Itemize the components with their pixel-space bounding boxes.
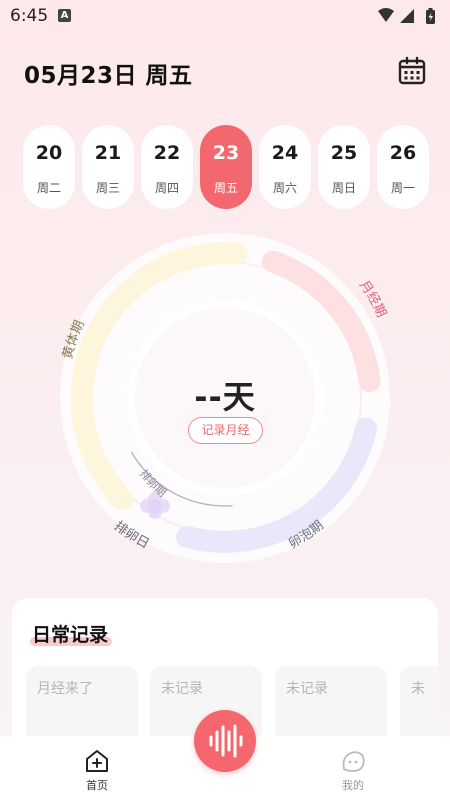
daily-records-title: 日常记录 [32, 624, 109, 646]
day-weekday: 周六 [272, 181, 297, 195]
day-number: 26 [389, 142, 417, 164]
daily-records-header: 日常记录 [30, 620, 112, 648]
day-card[interactable]: 21 周三 [82, 125, 134, 209]
day-card-selected[interactable]: 23 周五 [200, 125, 252, 209]
day-card[interactable]: 20 周二 [23, 125, 75, 209]
days-counter: --天 [194, 378, 256, 416]
day-card[interactable]: 26 周一 [377, 125, 429, 209]
calendar-icon[interactable] [396, 55, 428, 87]
sound-wave-icon [209, 724, 243, 758]
profile-face-icon[interactable] [340, 748, 366, 774]
record-item-label: 未 [411, 681, 425, 697]
page-title: 05月23日 周五 [24, 63, 193, 89]
nav-me-label[interactable]: 我的 [332, 777, 374, 793]
day-number: 20 [35, 142, 63, 164]
week-strip: 20 周二 21 周三 22 周四 23 周五 24 周六 25 周日 26 周… [23, 125, 429, 209]
day-card[interactable]: 24 周六 [259, 125, 311, 209]
battery-icon [426, 8, 435, 24]
record-period-button[interactable]: 记录月经 [188, 417, 263, 444]
day-number: 21 [94, 142, 122, 164]
wifi-icon [378, 8, 394, 22]
day-card[interactable]: 25 周日 [318, 125, 370, 209]
day-weekday: 周二 [36, 181, 61, 195]
day-weekday: 周四 [154, 181, 179, 195]
day-weekday: 周三 [95, 181, 120, 195]
status-bar: 6:45 A [0, 0, 450, 32]
day-number: 23 [212, 142, 240, 164]
signal-icon [400, 9, 414, 23]
status-time: 6:45 [10, 6, 49, 26]
day-number: 24 [271, 142, 299, 164]
voice-record-button[interactable] [194, 710, 256, 772]
record-item-label: 未记录 [161, 681, 203, 697]
nav-home-label[interactable]: 首页 [76, 777, 118, 793]
notification-icon: A [58, 9, 71, 22]
day-number: 25 [330, 142, 358, 164]
day-number: 22 [153, 142, 181, 164]
day-weekday: 周五 [213, 181, 238, 195]
record-item-label: 月经来了 [37, 681, 93, 697]
status-icons [378, 8, 435, 24]
day-weekday: 周一 [390, 181, 415, 195]
home-icon[interactable] [84, 748, 110, 774]
record-item-label: 未记录 [286, 681, 328, 697]
day-weekday: 周日 [331, 181, 356, 195]
day-card[interactable]: 22 周四 [141, 125, 193, 209]
